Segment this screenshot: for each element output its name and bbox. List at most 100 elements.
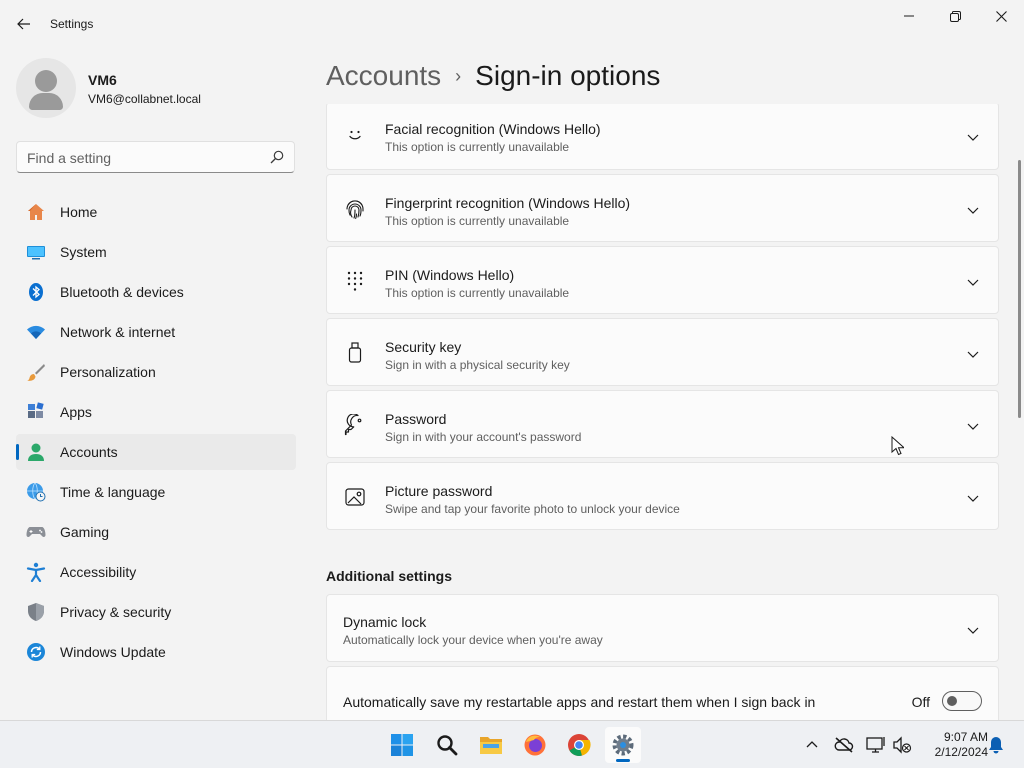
settings-taskbar-button[interactable] (605, 727, 641, 763)
firefox-icon (524, 734, 546, 756)
wifi-icon (27, 325, 45, 339)
sidebar-item-apps[interactable]: Apps (16, 394, 296, 430)
globe-clock-icon (27, 482, 46, 502)
firefox-button[interactable] (517, 727, 553, 763)
cloud-off-icon (834, 737, 854, 753)
search-icon[interactable] (270, 150, 284, 164)
sidebar-item-windows-update[interactable]: Windows Update (16, 634, 296, 670)
sidebar-item-personalization[interactable]: Personalization (16, 354, 296, 390)
notifications-button[interactable] (986, 735, 1006, 755)
card-subtitle: Sign in with a physical security key (385, 358, 570, 372)
network-display-icon (866, 737, 885, 753)
chevron-down-icon (967, 207, 979, 214)
sidebar-item-label: Time & language (60, 484, 166, 500)
sidebar-item-privacy-security[interactable]: Privacy & security (16, 594, 296, 630)
breadcrumb: Accounts › Sign-in options (326, 58, 660, 94)
breadcrumb-separator: › (455, 65, 462, 86)
card-subtitle: Sign in with your account's password (385, 430, 582, 444)
controller-icon (26, 527, 46, 537)
shield-icon (28, 603, 44, 621)
card-title: Automatically save my restartable apps a… (343, 694, 816, 710)
update-icon (27, 643, 45, 661)
restart-apps-card: Automatically save my restartable apps a… (326, 666, 999, 720)
sidebar-item-bluetooth[interactable]: Bluetooth & devices (16, 274, 296, 310)
card-subtitle: This option is currently unavailable (385, 214, 570, 228)
back-button[interactable] (12, 12, 36, 36)
search-input[interactable] (27, 148, 267, 168)
back-arrow-icon (17, 18, 30, 30)
sidebar-item-label: Personalization (60, 364, 156, 380)
start-button[interactable] (384, 727, 420, 763)
card-subtitle: This option is currently unavailable (385, 286, 570, 300)
toggle-knob (947, 696, 957, 706)
taskbar-search-button[interactable] (429, 727, 465, 763)
sidebar-item-accounts[interactable]: Accounts (16, 434, 296, 470)
accessibility-icon (26, 562, 46, 582)
face-icon (343, 123, 367, 147)
card-title: Password (385, 411, 447, 427)
card-title: Dynamic lock (343, 614, 427, 630)
card-title: PIN (Windows Hello) (385, 267, 515, 283)
security-key-card[interactable]: Security key Sign in with a physical sec… (326, 318, 999, 386)
search-box[interactable] (16, 141, 295, 173)
facial-recognition-card[interactable]: Facial recognition (Windows Hello) This … (326, 104, 999, 170)
app-title: Settings (50, 17, 94, 31)
sidebar-item-label: Network & internet (60, 324, 176, 340)
minimize-icon (904, 15, 914, 17)
chevron-down-icon (967, 627, 979, 634)
taskbar-clock[interactable]: 9:07 AM 2/12/2024 (918, 730, 988, 760)
additional-settings-heading: Additional settings (326, 568, 452, 584)
notification-bell-icon (989, 737, 1003, 754)
close-button[interactable] (978, 4, 1024, 28)
onedrive-tray-button[interactable] (834, 735, 854, 755)
card-subtitle: Automatically lock your device when you'… (343, 633, 603, 647)
fingerprint-icon (343, 197, 367, 221)
card-subtitle: Swipe and tap your favorite photo to unl… (385, 502, 680, 516)
show-hidden-icons-button[interactable] (802, 735, 822, 755)
picture-password-card[interactable]: Picture password Swipe and tap your favo… (326, 462, 999, 530)
card-subtitle: This option is currently unavailable (385, 140, 570, 154)
sidebar-item-time-language[interactable]: Time & language (16, 474, 296, 510)
dynamic-lock-card[interactable]: Dynamic lock Automatically lock your dev… (326, 594, 999, 662)
chrome-button[interactable] (561, 727, 597, 763)
volume-tray-button[interactable] (892, 735, 912, 755)
accounts-icon (28, 443, 44, 461)
keypad-icon (343, 269, 367, 293)
card-title: Fingerprint recognition (Windows Hello) (385, 195, 631, 211)
scrollbar-thumb[interactable] (1018, 160, 1021, 418)
usb-key-icon (343, 341, 367, 365)
fingerprint-recognition-card[interactable]: Fingerprint recognition (Windows Hello) … (326, 174, 999, 242)
clock-time: 9:07 AM (943, 730, 988, 744)
user-profile[interactable]: VM6 VM6@collabnet.local (16, 58, 296, 118)
sidebar-item-accessibility[interactable]: Accessibility (16, 554, 296, 590)
picture-icon (343, 485, 367, 509)
toggle-state-label: Off (911, 694, 930, 710)
chevron-down-icon (967, 423, 979, 430)
file-explorer-button[interactable] (473, 727, 509, 763)
sidebar-item-label: Accounts (60, 444, 118, 460)
maximize-button[interactable] (932, 4, 978, 28)
chevron-down-icon (967, 495, 979, 502)
sidebar-item-label: Home (60, 204, 98, 220)
card-title: Picture password (385, 483, 493, 499)
title-bar: Settings (0, 0, 1024, 48)
mouse-cursor-icon (891, 436, 904, 456)
breadcrumb-parent[interactable]: Accounts (326, 60, 441, 92)
pin-card[interactable]: PIN (Windows Hello) This option is curre… (326, 246, 999, 314)
chevron-down-icon (967, 134, 979, 141)
taskbar: 9:07 AM 2/12/2024 (0, 720, 1024, 768)
sidebar-item-network[interactable]: Network & internet (16, 314, 296, 350)
minimize-button[interactable] (886, 4, 932, 28)
sidebar-item-label: Privacy & security (60, 604, 172, 620)
sidebar-item-gaming[interactable]: Gaming (16, 514, 296, 550)
windows-start-icon (391, 734, 413, 756)
sidebar-item-home[interactable]: Home (16, 194, 296, 230)
chevron-down-icon (967, 279, 979, 286)
sidebar-item-system[interactable]: System (16, 234, 296, 270)
bluetooth-icon (29, 283, 43, 301)
settings-icon (612, 734, 634, 756)
restart-apps-toggle[interactable] (942, 691, 982, 711)
sidebar-item-label: Bluetooth & devices (60, 284, 184, 300)
file-explorer-icon (480, 737, 502, 754)
network-tray-button[interactable] (866, 735, 886, 755)
